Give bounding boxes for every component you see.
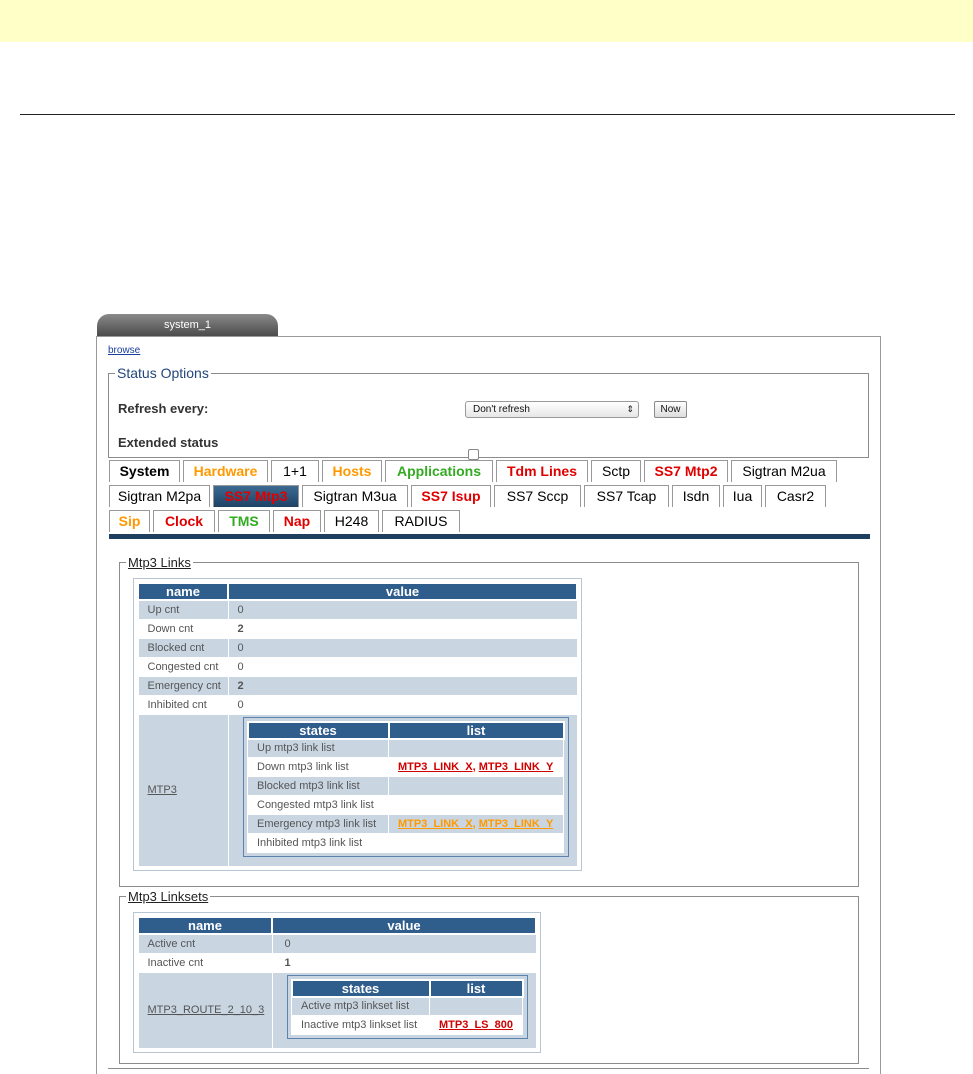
col-header-value: value xyxy=(227,582,578,601)
linkset-states-table: states list Active mtp3 linkset list Ina… xyxy=(290,978,524,1035)
status-options-legend: Status Options xyxy=(117,365,209,381)
linkset-ls800-link[interactable]: MTP3_LS_800 xyxy=(439,1019,513,1031)
table-row: Emergency cnt 2 xyxy=(137,675,578,696)
table-row: Down mtp3 link list MTP3_LINK_X, MTP3_LI… xyxy=(247,757,564,777)
states-header: states xyxy=(246,720,390,740)
tab-ss7-sccp[interactable]: SS7 Sccp xyxy=(494,485,581,507)
table-row: Congested mtp3 link list xyxy=(247,795,564,815)
tab-hosts[interactable]: Hosts xyxy=(322,460,382,482)
table-row: Down cnt 2 xyxy=(137,618,578,639)
tab-ss7-mtp3[interactable]: SS7 Mtp3 xyxy=(213,485,299,507)
col-header-value: value xyxy=(271,916,537,935)
link-x-down[interactable]: MTP3_LINK_X xyxy=(398,761,473,773)
linkset-states-box: states list Active mtp3 linkset list Ina… xyxy=(286,974,528,1039)
list-header: list xyxy=(387,720,565,740)
mtp3-route-link[interactable]: MTP3_ROUTE_2_10_3 xyxy=(148,1004,265,1016)
table-row: Blocked mtp3 link list xyxy=(247,776,564,796)
tab-sctp[interactable]: Sctp xyxy=(591,460,641,482)
extended-status-label: Extended status xyxy=(118,435,219,450)
mtp3-linksets-legend: Mtp3 Linksets xyxy=(128,889,209,904)
link-y-down[interactable]: MTP3_LINK_Y xyxy=(479,761,554,773)
window-tab[interactable]: system_1 xyxy=(97,314,278,336)
status-options: Status Options Refresh every: Don't refr… xyxy=(108,365,869,460)
status-window: browse Status Options Refresh every: Don… xyxy=(96,336,881,1074)
tab-nap[interactable]: Nap xyxy=(273,510,321,532)
tab-tms[interactable]: TMS xyxy=(218,510,270,532)
refresh-select-value: Don't refresh xyxy=(473,404,530,415)
tab-isdn[interactable]: Isdn xyxy=(672,485,720,507)
table-row: Active mtp3 linkset list xyxy=(291,996,523,1016)
table-row: Active cnt 0 xyxy=(137,933,537,954)
tab-casr2[interactable]: Casr2 xyxy=(765,485,826,507)
tab-1plus1[interactable]: 1+1 xyxy=(271,460,319,482)
tab-clock[interactable]: Clock xyxy=(153,510,215,532)
tab-sigtran-m2ua[interactable]: Sigtran M2ua xyxy=(731,460,837,482)
tab-sigtran-m3ua[interactable]: Sigtran M3ua xyxy=(302,485,408,507)
mtp3-linksets-table-box: name value Active cnt 0 Inactive cnt 1 MTP… xyxy=(133,912,541,1053)
tab-sigtran-m2pa[interactable]: Sigtran M2pa xyxy=(109,485,210,507)
tab-h248[interactable]: H248 xyxy=(324,510,379,532)
table-row: Inactive mtp3 linkset list MTP3_LS_800 xyxy=(291,1015,523,1035)
browse-link[interactable]: browse xyxy=(108,345,140,356)
mtp3-links-table: name value Up cnt 0 Down cnt 2 Blocked cnt… xyxy=(137,582,578,867)
bottom-rule xyxy=(108,1068,869,1069)
tab-radius[interactable]: RADIUS xyxy=(382,510,460,532)
states-header: states xyxy=(290,978,431,998)
table-row: Inactive cnt 1 xyxy=(137,952,537,973)
tab-content-bar xyxy=(109,534,870,539)
col-header-name: name xyxy=(137,916,273,935)
mtp3-links-legend: Mtp3 Links xyxy=(128,555,191,570)
mtp3-linksets-section: Mtp3 Linksets name value Active cnt 0 Ina… xyxy=(119,889,859,1064)
mtp3-links-table-box: name value Up cnt 0 Down cnt 2 Blocked cnt… xyxy=(133,578,582,871)
select-arrows-icon: ⇕ xyxy=(626,404,634,414)
link-x-emergency[interactable]: MTP3_LINK_X xyxy=(398,818,473,830)
mtp3-linksets-table: name value Active cnt 0 Inactive cnt 1 MTP… xyxy=(137,916,537,1049)
tab-iua[interactable]: Iua xyxy=(723,485,762,507)
list-header: list xyxy=(428,978,524,998)
table-row: Inhibited mtp3 link list xyxy=(247,833,564,853)
tab-tdm-lines[interactable]: Tdm Lines xyxy=(496,460,588,482)
link-y-emergency[interactable]: MTP3_LINK_Y xyxy=(479,818,554,830)
table-row: Inhibited cnt 0 xyxy=(137,694,578,715)
tab-sip[interactable]: Sip xyxy=(109,510,150,532)
tab-hardware[interactable]: Hardware xyxy=(183,460,268,482)
mtp3-links-section: Mtp3 Links name value Up cnt 0 Down cnt 2 … xyxy=(119,555,859,887)
table-row: MTP3 states list Up mtp3 link list Down … xyxy=(137,713,578,867)
table-row: Blocked cnt 0 xyxy=(137,637,578,658)
mtp3-states-box: states list Up mtp3 link list Down mtp3 … xyxy=(242,716,569,857)
tab-ss7-tcap[interactable]: SS7 Tcap xyxy=(584,485,669,507)
table-row: Congested cnt 0 xyxy=(137,656,578,677)
tab-applications[interactable]: Applications xyxy=(385,460,493,482)
tab-ss7-mtp2[interactable]: SS7 Mtp2 xyxy=(644,460,728,482)
table-row: Emergency mtp3 link list MTP3_LINK_X, MT… xyxy=(247,814,564,834)
refresh-label: Refresh every: xyxy=(118,401,209,416)
tab-system[interactable]: System xyxy=(109,460,180,482)
col-header-name: name xyxy=(137,582,229,601)
tab-ss7-isup[interactable]: SS7 Isup xyxy=(411,485,491,507)
header-rule xyxy=(20,114,955,115)
table-row: Up mtp3 link list xyxy=(247,738,564,758)
extended-status-checkbox[interactable] xyxy=(468,449,479,460)
header-band xyxy=(0,0,973,42)
refresh-select[interactable]: Don't refresh ⇕ xyxy=(465,401,639,418)
table-row: Up cnt 0 xyxy=(137,599,578,620)
now-button[interactable]: Now xyxy=(654,401,687,418)
mtp3-states-table: states list Up mtp3 link list Down mtp3 … xyxy=(246,720,565,853)
table-row: MTP3_ROUTE_2_10_3 states list Active mtp… xyxy=(137,971,537,1049)
mtp3-link[interactable]: MTP3 xyxy=(148,784,177,796)
